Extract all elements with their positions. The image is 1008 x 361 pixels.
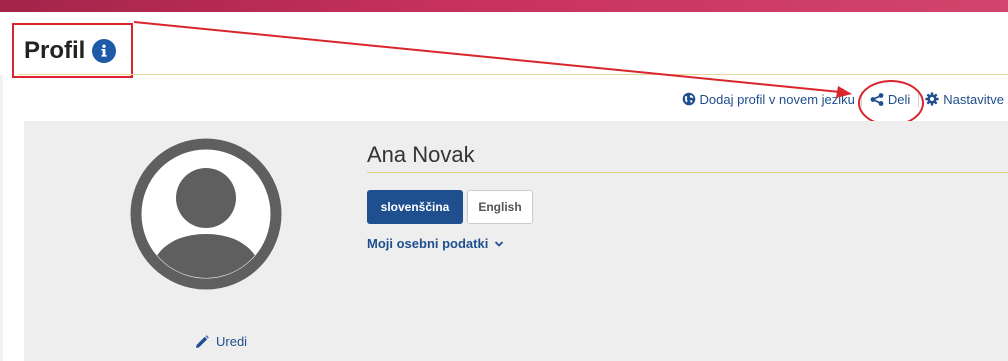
top-accent-bar (0, 0, 1008, 12)
edit-avatar-link[interactable]: Uredi (195, 334, 247, 349)
left-edge-strip (0, 75, 3, 361)
settings-link[interactable]: Nastavitve (921, 92, 1008, 107)
action-separator (918, 91, 920, 107)
page-title-block: Profil (12, 23, 133, 78)
name-underline (367, 172, 1008, 173)
header-divider (18, 74, 1008, 75)
share-icon (870, 92, 884, 106)
language-button-english[interactable]: English (467, 190, 533, 224)
chevron-down-icon (495, 240, 504, 247)
settings-label: Nastavitve (943, 91, 1004, 107)
add-language-label: Dodaj profil v novem jeziku (699, 91, 855, 107)
action-separator (860, 91, 862, 107)
page-title: Profil (24, 36, 86, 64)
edit-label: Uredi (216, 334, 248, 349)
personal-data-label: Moji osebni podatki (367, 236, 489, 251)
add-language-profile-link[interactable]: Dodaj profil v novem jeziku (678, 92, 859, 107)
info-icon[interactable] (92, 38, 117, 63)
personal-data-toggle[interactable]: Moji osebni podatki (367, 236, 504, 251)
globe-icon (682, 92, 695, 106)
share-label: Deli (887, 91, 911, 107)
profile-name: Ana Novak (367, 142, 475, 167)
share-button[interactable]: Deli (857, 79, 924, 126)
language-switcher: slovenščina English (367, 190, 533, 224)
language-button-slovenian[interactable]: slovenščina (367, 190, 463, 224)
profile-actions-bar: Dodaj profil v novem jeziku Deli Nastavi… (678, 79, 1008, 126)
gear-icon (925, 92, 939, 106)
user-avatar-icon (130, 138, 282, 290)
page-header: Profil (0, 12, 1008, 78)
pencil-icon (196, 334, 209, 348)
